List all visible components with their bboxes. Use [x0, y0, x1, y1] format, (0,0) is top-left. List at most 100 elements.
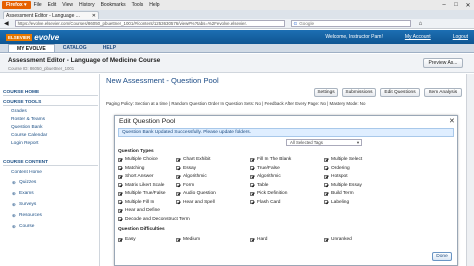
question-type-checkbox[interactable]: Hotspot	[324, 174, 348, 179]
sidebar-item-content-home[interactable]: Content Home	[11, 170, 42, 175]
checkbox-checked-icon[interactable]	[118, 166, 122, 170]
expand-course-icon[interactable]: ⊕	[12, 224, 16, 230]
firefox-app-button[interactable]: Firefox ▾	[2, 1, 31, 9]
item-analysis-button[interactable]: Item Analysis	[424, 88, 462, 97]
sidebar-item-login-report[interactable]: Login Report	[11, 141, 38, 146]
sidebar-item-roster[interactable]: Roster & Teams	[11, 117, 45, 122]
tag-filter-select[interactable]: All Selected Tags ▾	[286, 139, 362, 146]
checkbox-checked-icon[interactable]	[250, 166, 254, 170]
question-type-checkbox[interactable]: Chart Exhibit	[176, 157, 210, 162]
question-type-checkbox[interactable]: True/False	[250, 166, 280, 171]
edit-questions-button[interactable]: Edit Questions	[380, 88, 420, 97]
question-type-checkbox[interactable]: Audio Question	[176, 191, 216, 196]
question-type-checkbox[interactable]: Hear and Spell	[176, 200, 215, 205]
checkbox-checked-icon[interactable]	[176, 157, 180, 162]
question-type-checkbox[interactable]: Decode and Deconstruct Term	[118, 217, 190, 222]
menu-view[interactable]: View	[59, 2, 76, 8]
evolve-logo[interactable]: ELSEVIER evolve	[6, 33, 59, 42]
question-type-checkbox[interactable]: Multiple Fill In	[118, 200, 154, 205]
tab-close-icon[interactable]: ✕	[92, 13, 96, 19]
sidebar-course-home[interactable]: COURSE HOME	[3, 90, 98, 96]
settings-button[interactable]: Settings	[314, 88, 338, 97]
sidebar-item-course-calendar[interactable]: Course Calendar	[11, 133, 47, 138]
difficulty-checkbox[interactable]: Unranked	[324, 237, 352, 242]
menu-edit[interactable]: Edit	[45, 2, 60, 8]
tab-help[interactable]: HELP	[95, 44, 124, 52]
minimize-icon[interactable]: –	[438, 1, 450, 9]
question-type-checkbox[interactable]: Essay	[176, 166, 196, 171]
checkbox-checked-icon[interactable]	[176, 200, 180, 204]
checkbox-checked-icon[interactable]	[118, 174, 122, 179]
question-type-checkbox[interactable]: Algorithmic	[176, 174, 207, 179]
sidebar-item-quizzes[interactable]: Quizzes	[19, 180, 36, 185]
menu-history[interactable]: History	[76, 2, 98, 8]
expand-surveys-icon[interactable]: ⊕	[12, 202, 16, 208]
question-type-checkbox[interactable]: Table	[250, 183, 268, 188]
logout-link[interactable]: Logout	[453, 34, 468, 40]
menu-help[interactable]: Help	[146, 2, 162, 8]
sidebar-item-resources[interactable]: Resources	[19, 213, 42, 218]
question-type-checkbox[interactable]: Matching	[118, 166, 144, 171]
question-type-checkbox[interactable]: Pick Definition	[250, 191, 287, 196]
checkbox-checked-icon[interactable]	[250, 200, 254, 204]
preview-as-button[interactable]: Preview As...	[423, 58, 463, 68]
my-account-link[interactable]: My Account	[405, 34, 431, 40]
url-field[interactable]: https://evolve.elsevier.com/Courses/8605…	[14, 20, 285, 27]
menu-tools[interactable]: Tools	[129, 2, 147, 8]
checkbox-checked-icon[interactable]	[250, 191, 254, 196]
sidebar-item-exams[interactable]: Exams	[19, 191, 34, 196]
question-type-checkbox[interactable]: Flash Card	[250, 200, 280, 205]
question-type-checkbox[interactable]: Multiple Essay	[324, 183, 362, 188]
tab-my-evolve[interactable]: MY EVOLVE	[8, 44, 55, 52]
checkbox-checked-icon[interactable]	[324, 183, 328, 187]
expand-resources-icon[interactable]: ⊕	[12, 213, 16, 219]
page-scrollbar[interactable]	[466, 74, 474, 266]
checkbox-checked-icon[interactable]	[118, 208, 122, 213]
expand-exams-icon[interactable]: ⊕	[12, 191, 16, 197]
checkbox-checked-icon[interactable]	[118, 200, 122, 204]
sidebar-item-surveys[interactable]: Surveys	[19, 202, 36, 207]
checkbox-checked-icon[interactable]	[118, 183, 122, 187]
checkbox-checked-icon[interactable]	[176, 174, 180, 179]
browser-tab[interactable]: Assessment Editor - Language ... ✕	[3, 11, 99, 19]
question-type-checkbox[interactable]: Short Answer	[118, 174, 154, 179]
submissions-button[interactable]: Submissions	[342, 88, 376, 97]
checkbox-checked-icon[interactable]	[324, 174, 328, 179]
difficulty-checkbox[interactable]: Hard	[250, 237, 267, 242]
question-type-checkbox[interactable]: Ordering	[324, 166, 350, 171]
question-type-checkbox[interactable]: Multiple Select	[324, 157, 362, 162]
checkbox-checked-icon[interactable]	[176, 166, 180, 170]
maximize-icon[interactable]: □	[450, 1, 462, 9]
checkbox-checked-icon[interactable]	[324, 157, 328, 162]
checkbox-checked-icon[interactable]	[250, 237, 254, 242]
checkbox-checked-icon[interactable]	[250, 157, 254, 162]
checkbox-checked-icon[interactable]	[176, 191, 180, 196]
question-type-checkbox[interactable]: Build Term	[324, 191, 354, 196]
sidebar-item-question-bank[interactable]: Question Bank	[11, 125, 42, 130]
expand-quizzes-icon[interactable]: ⊕	[12, 180, 16, 186]
question-type-checkbox[interactable]: Matrix Likert Scale	[118, 183, 164, 188]
difficulty-checkbox[interactable]: Easy	[118, 237, 136, 242]
done-button[interactable]: Done	[432, 252, 452, 261]
checkbox-checked-icon[interactable]	[250, 174, 254, 179]
checkbox-checked-icon[interactable]	[324, 191, 328, 196]
question-type-checkbox[interactable]: Algorithmic	[250, 174, 281, 179]
difficulty-checkbox[interactable]: Medium	[176, 237, 200, 242]
question-type-checkbox[interactable]: Multiple True/False	[118, 191, 166, 196]
menu-bookmarks[interactable]: Bookmarks	[98, 2, 129, 8]
back-icon[interactable]: ◀	[4, 20, 9, 27]
checkbox-checked-icon[interactable]	[118, 191, 122, 196]
checkbox-checked-icon[interactable]	[118, 217, 122, 221]
home-icon[interactable]: ⌂	[419, 21, 423, 27]
checkbox-checked-icon[interactable]	[324, 237, 328, 242]
sidebar-item-course[interactable]: Course	[19, 224, 34, 229]
menu-file[interactable]: File	[31, 2, 45, 8]
question-type-checkbox[interactable]: Multiple Choice	[118, 157, 158, 162]
question-type-checkbox[interactable]: Fill In The Blank	[250, 157, 291, 162]
close-window-icon[interactable]: ✕	[462, 1, 474, 9]
checkbox-checked-icon[interactable]	[324, 166, 328, 170]
question-type-checkbox[interactable]: Hear and Define	[118, 208, 160, 213]
sidebar-item-grades[interactable]: Grades	[11, 109, 27, 114]
web-search-field[interactable]: G Google	[290, 20, 411, 27]
tab-catalog[interactable]: CATALOG	[55, 44, 95, 52]
